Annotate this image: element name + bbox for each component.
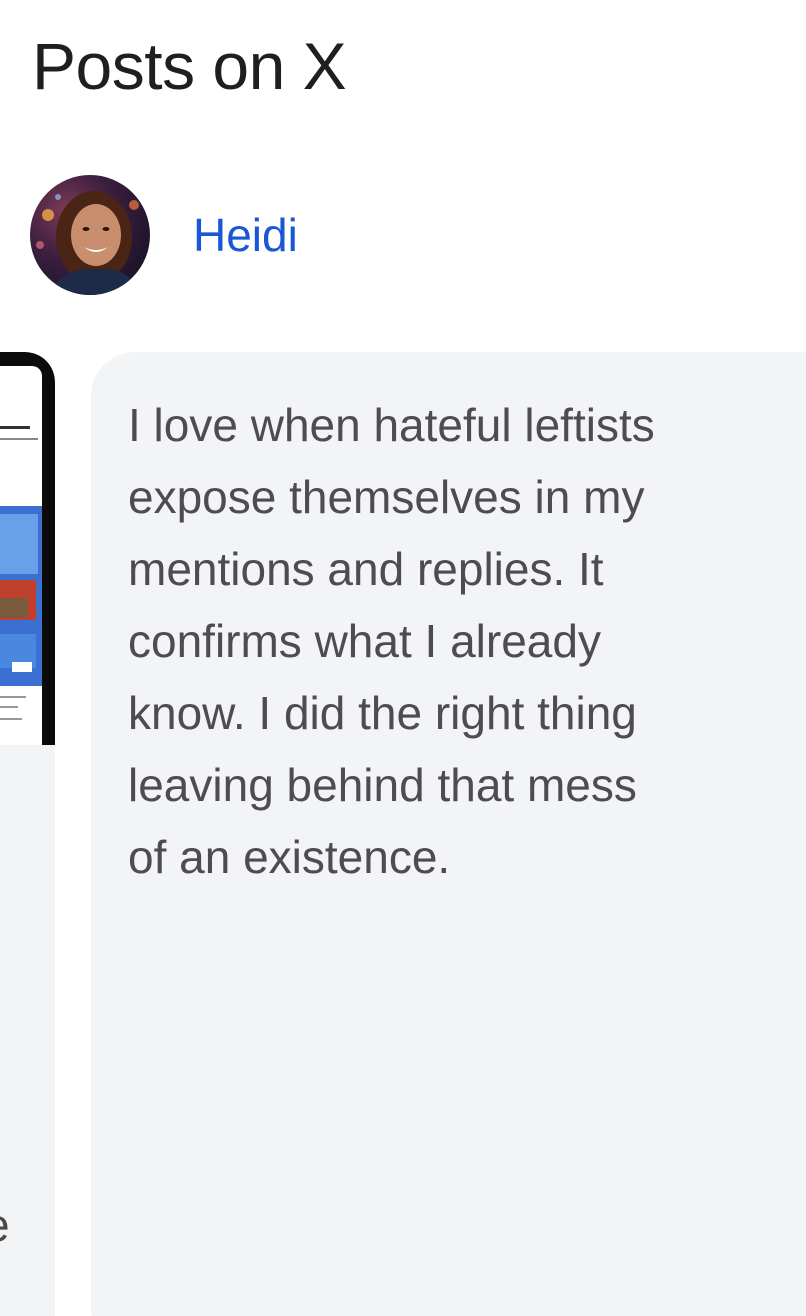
posts-on-x-panel: Posts on X Heidi I love when hateful lef… <box>0 0 806 1316</box>
profile-photo-icon <box>30 175 150 295</box>
section-title: Posts on X <box>32 29 347 103</box>
post-card[interactable]: I love when hateful leftists expose them… <box>91 352 806 1316</box>
previous-post-text: e <box>0 1202 10 1248</box>
author-name-link[interactable]: Heidi <box>193 212 298 258</box>
post-author[interactable]: Heidi <box>30 175 298 295</box>
previous-post-card[interactable]: e <box>0 352 55 1316</box>
phone-screenshot-thumbnail-icon <box>0 352 55 745</box>
post-text: I love when hateful leftists expose them… <box>128 399 655 883</box>
author-avatar[interactable] <box>30 175 150 295</box>
